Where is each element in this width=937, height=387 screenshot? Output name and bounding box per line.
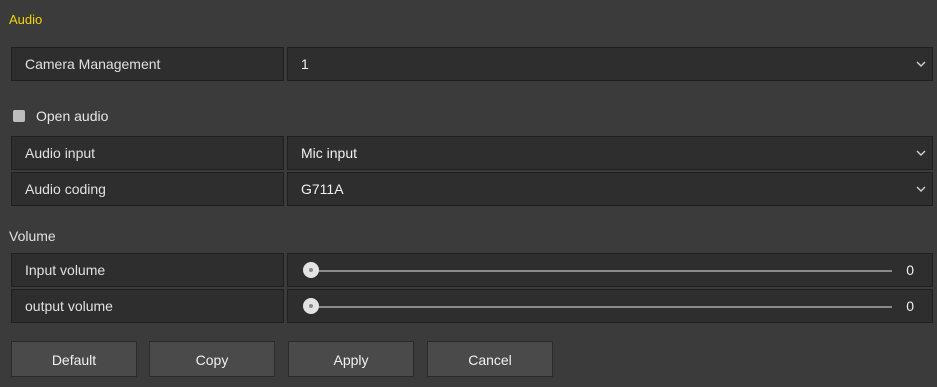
camera-management-label: Camera Management xyxy=(11,47,284,81)
audio-input-row: Audio input Mic input xyxy=(11,136,933,170)
open-audio-label: Open audio xyxy=(36,108,109,124)
chevron-down-icon xyxy=(916,150,926,156)
audio-coding-value: G711A xyxy=(301,181,344,197)
output-volume-label: output volume xyxy=(11,289,284,323)
input-volume-row: Input volume 0 xyxy=(11,253,933,287)
input-volume-track[interactable] xyxy=(311,270,892,272)
output-volume-value: 0 xyxy=(906,298,914,314)
camera-management-select[interactable]: 1 xyxy=(287,47,933,81)
audio-coding-row: Audio coding G711A xyxy=(11,172,933,206)
audio-input-select[interactable]: Mic input xyxy=(287,136,933,170)
default-button[interactable]: Default xyxy=(11,341,137,377)
chevron-down-icon xyxy=(916,186,926,192)
chevron-down-icon xyxy=(916,61,926,67)
input-volume-label: Input volume xyxy=(11,253,284,287)
output-volume-slider-field: 0 xyxy=(287,289,933,323)
camera-management-row: Camera Management 1 xyxy=(11,47,933,81)
copy-button[interactable]: Copy xyxy=(149,341,275,377)
input-volume-value: 0 xyxy=(906,262,914,278)
apply-button[interactable]: Apply xyxy=(288,341,414,377)
volume-heading: Volume xyxy=(9,228,56,244)
output-volume-slider-handle[interactable] xyxy=(303,298,319,314)
audio-coding-label: Audio coding xyxy=(11,172,284,206)
input-volume-slider-field: 0 xyxy=(287,253,933,287)
audio-input-value: Mic input xyxy=(301,145,358,161)
section-title: Audio xyxy=(9,12,43,27)
input-volume-slider-handle[interactable] xyxy=(303,262,319,278)
cancel-button[interactable]: Cancel xyxy=(427,341,553,377)
output-volume-row: output volume 0 xyxy=(11,289,933,323)
audio-coding-select[interactable]: G711A xyxy=(287,172,933,206)
open-audio-checkbox[interactable] xyxy=(13,110,25,122)
output-volume-track[interactable] xyxy=(311,306,892,308)
camera-management-value: 1 xyxy=(301,56,309,72)
audio-input-label: Audio input xyxy=(11,136,284,170)
